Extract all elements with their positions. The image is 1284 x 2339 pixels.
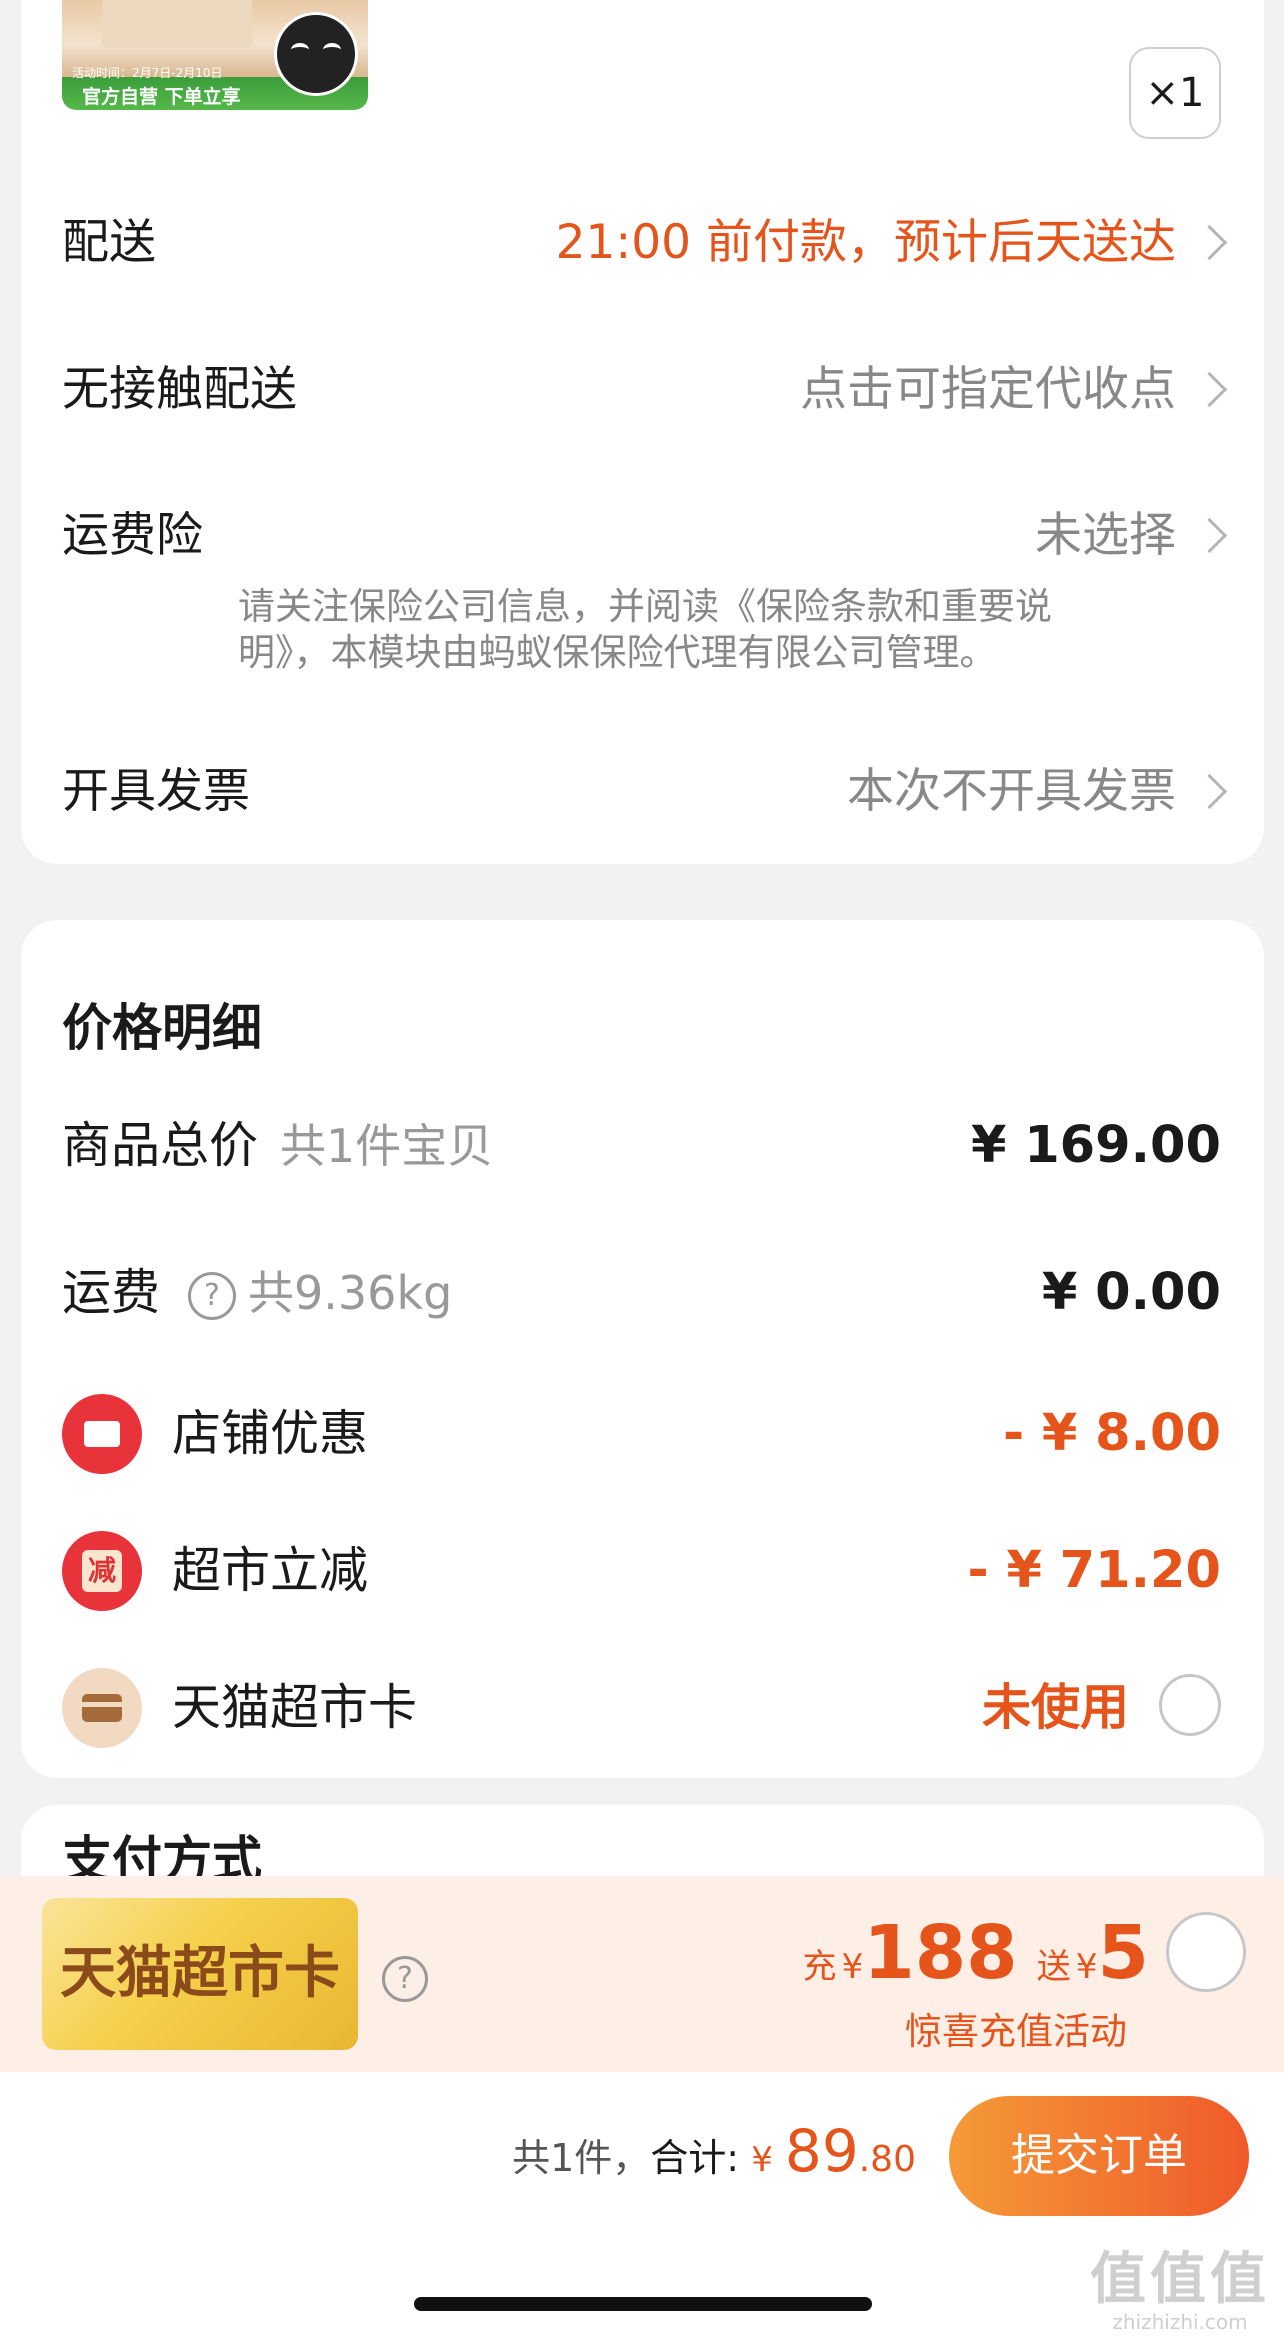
- goods-count: 共1件宝贝: [280, 1119, 494, 1173]
- discount-icon: 减: [62, 1531, 142, 1611]
- shop-discount-row: 店铺优惠 - ¥ 8.00: [62, 1391, 1221, 1477]
- shipping-fee-amount: ¥ 0.00: [1041, 1263, 1221, 1322]
- promo-radio[interactable]: [1166, 1912, 1246, 1992]
- total-integer: 89: [784, 2117, 859, 2185]
- thumb-banner-text: 官方自营 下单立享: [82, 86, 241, 108]
- currency-symbol: ¥: [841, 1947, 864, 1987]
- shop-discount-amount: - ¥ 8.00: [1003, 1404, 1221, 1463]
- card-shape: [82, 1694, 122, 1722]
- watermark-logo: 值值值: [1090, 2247, 1270, 2312]
- market-discount-row: 减 超市立减 - ¥ 71.20: [62, 1528, 1221, 1614]
- total-amount: ¥ 89.80: [751, 2117, 916, 2185]
- market-card-row[interactable]: 天猫超市卡 未使用: [62, 1665, 1221, 1751]
- currency-symbol: ¥: [1075, 1947, 1098, 1987]
- site-watermark: 值值值 zhizhizhi.com: [1090, 2247, 1270, 2335]
- insurance-notice[interactable]: 请关注保险公司信息，并阅读《保险条款和重要说明》，本模块由蚂蚁保保险代理有限公司…: [238, 584, 1118, 676]
- charge-word: 充: [802, 1947, 837, 1987]
- tmall-market-card-badge: 天猫超市卡: [42, 1898, 358, 2050]
- goods-total-row: 商品总价 共1件宝贝 ¥ 169.00: [62, 1103, 1221, 1189]
- shipping-fee-text: 运费: [62, 1264, 161, 1321]
- goods-total-amount: ¥ 169.00: [970, 1116, 1221, 1175]
- market-discount-label: 超市立减: [172, 1542, 369, 1599]
- shipping-weight: 共9.36kg: [248, 1266, 453, 1320]
- shipping-insurance-row[interactable]: 运费险 未选择: [62, 496, 1228, 576]
- invoice-label: 开具发票: [62, 764, 250, 819]
- insurance-label: 运费险: [62, 508, 203, 563]
- chevron-right-icon: [1191, 517, 1228, 554]
- quantity-stepper[interactable]: ×1: [1129, 47, 1221, 139]
- item-count: 共1件，: [512, 2136, 651, 2180]
- delivery-label: 配送: [62, 215, 156, 270]
- total-decimal: .80: [858, 2139, 916, 2180]
- invoice-row[interactable]: 开具发票 本次不开具发票: [62, 752, 1228, 832]
- invoice-value: 本次不开具发票: [847, 764, 1176, 819]
- market-card-label: 天猫超市卡: [172, 1679, 418, 1736]
- contactless-value: 点击可指定代收点: [800, 362, 1176, 417]
- delivery-value: 21:00 前付款，预计后天送达: [555, 215, 1176, 270]
- gift-amount: 5: [1097, 1910, 1150, 1996]
- market-card-status: 未使用: [981, 1679, 1129, 1736]
- help-icon[interactable]: ?: [382, 1956, 428, 2002]
- order-summary: 共1件，合计: ¥ 89.80: [512, 2106, 916, 2205]
- chevron-right-icon: [1191, 371, 1228, 408]
- goods-total-text: 商品总价: [62, 1117, 259, 1174]
- total-label: 合计:: [650, 2136, 740, 2180]
- thumb-banner: 官方自营 下单立享: [62, 78, 368, 110]
- product-thumbnail[interactable]: 活动时间：2月7日-2月10日 官方自营 下单立享: [62, 0, 368, 110]
- charge-amount: 188: [863, 1910, 1018, 1996]
- recharge-offer: 充 ¥188 送 ¥5: [802, 1910, 1149, 1996]
- watermark-domain: zhizhizhi.com: [1112, 2310, 1248, 2334]
- market-card-radio[interactable]: [1159, 1674, 1221, 1736]
- wallet-card-icon: [62, 1668, 142, 1748]
- coupon-icon: [62, 1394, 142, 1474]
- delivery-row[interactable]: 配送 21:00 前付款，预计后天送达: [62, 203, 1228, 283]
- chevron-right-icon: [1191, 224, 1228, 261]
- market-discount-amount: - ¥ 71.20: [967, 1541, 1221, 1600]
- order-info-card: [21, 0, 1264, 864]
- insurance-value: 未选择: [1035, 508, 1176, 563]
- gift-word: 送: [1036, 1947, 1071, 1987]
- submit-order-button[interactable]: 提交订单: [949, 2096, 1249, 2216]
- recharge-promo-banner[interactable]: 天猫超市卡 ? 充 ¥188 送 ¥5 惊喜充值活动: [0, 1876, 1284, 2072]
- ticket-shape: [84, 1421, 120, 1447]
- discount-icon-text: 减: [82, 1550, 122, 1592]
- contactless-delivery-row[interactable]: 无接触配送 点击可指定代收点: [62, 350, 1228, 430]
- shop-discount-label: 店铺优惠: [172, 1405, 369, 1462]
- product-box-image: [102, 0, 252, 48]
- goods-total-label: 商品总价 共1件宝贝: [62, 1103, 493, 1189]
- contactless-label: 无接触配送: [62, 362, 297, 417]
- shipping-fee-label: 运费? 共9.36kg: [62, 1250, 452, 1336]
- chevron-right-icon: [1191, 773, 1228, 810]
- shipping-fee-row: 运费? 共9.36kg ¥ 0.00: [62, 1250, 1221, 1336]
- home-indicator[interactable]: [414, 2297, 872, 2311]
- price-detail-title: 价格明细: [62, 999, 262, 1057]
- help-icon[interactable]: ?: [188, 1271, 237, 1320]
- total-currency: ¥: [751, 2140, 773, 2180]
- promo-subtitle: 惊喜充值活动: [905, 2010, 1127, 2053]
